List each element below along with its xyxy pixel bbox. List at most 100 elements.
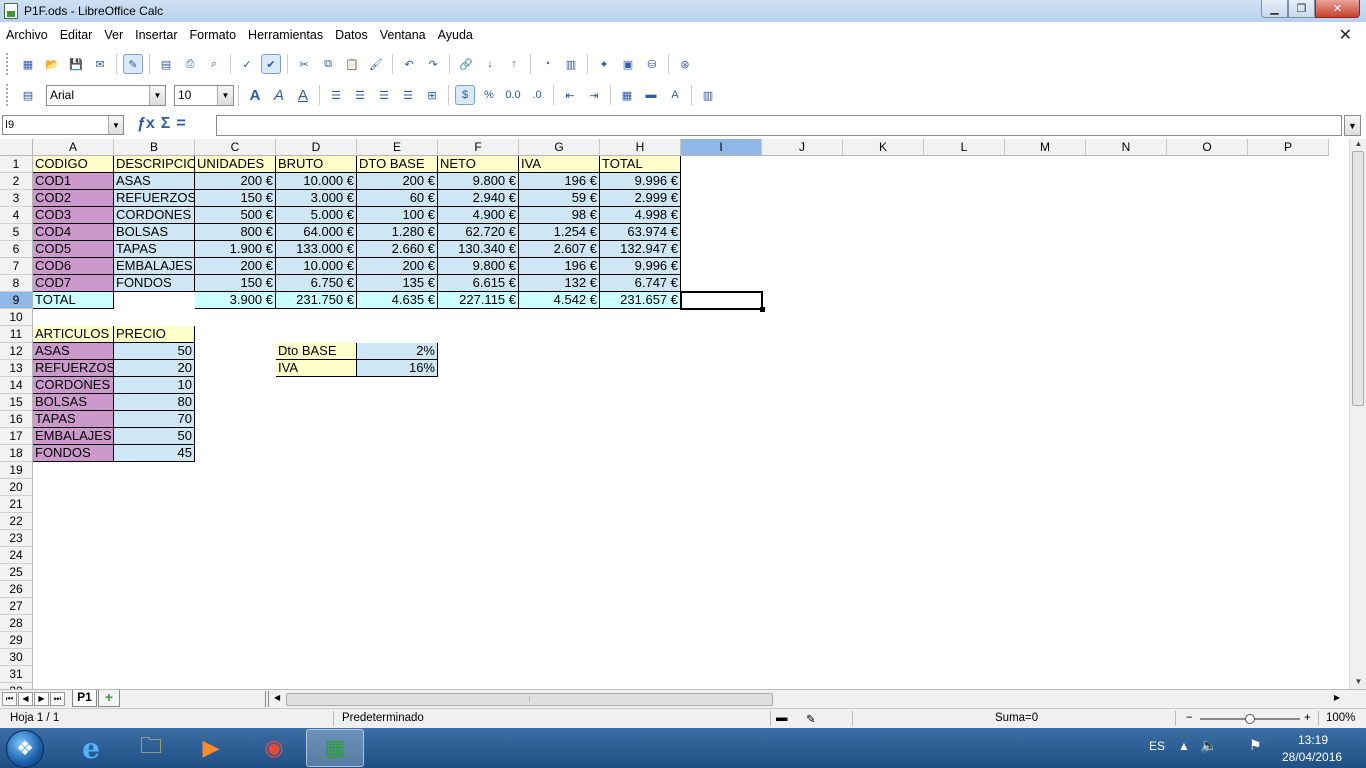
data-cell[interactable]: 800 €: [195, 224, 276, 241]
data-cell[interactable]: 130.340 €: [438, 241, 519, 258]
header-cell[interactable]: NETO: [438, 156, 519, 173]
articulos-cell[interactable]: 80: [114, 394, 195, 411]
data-cell[interactable]: COD6: [33, 258, 114, 275]
param-cell[interactable]: IVA: [276, 360, 357, 377]
chart-icon[interactable]: ◔: [537, 54, 557, 74]
data-cell[interactable]: 9.800 €: [438, 258, 519, 275]
copy-icon[interactable]: ⧉: [318, 54, 338, 74]
styles-icon[interactable]: ▤: [18, 85, 38, 105]
data-cell[interactable]: 4.900 €: [438, 207, 519, 224]
data-cell[interactable]: COD7: [33, 275, 114, 292]
data-cell[interactable]: 100 €: [357, 207, 438, 224]
data-cell[interactable]: 4.998 €: [600, 207, 681, 224]
tab-splitter[interactable]: [265, 691, 269, 707]
redo-icon[interactable]: ↷: [423, 54, 443, 74]
total-cell[interactable]: 4.542 €: [519, 292, 600, 309]
underline-icon[interactable]: A: [293, 85, 313, 105]
row-header-14[interactable]: 14: [0, 377, 33, 394]
menu-ventana[interactable]: Ventana: [374, 28, 432, 42]
data-cell[interactable]: 150 €: [195, 190, 276, 207]
navigator-icon[interactable]: ✦: [594, 54, 614, 74]
header-cell[interactable]: DESCRIPCIO: [114, 156, 195, 173]
data-cell[interactable]: 60 €: [357, 190, 438, 207]
language-indicator[interactable]: ES: [1149, 739, 1165, 753]
param-cell[interactable]: Dto BASE: [276, 343, 357, 360]
row-header-17[interactable]: 17: [0, 428, 33, 445]
row-header-19[interactable]: 19: [0, 462, 33, 479]
clone-formatting-icon[interactable]: 🖌: [366, 54, 386, 74]
articulos-cell[interactable]: 70: [114, 411, 195, 428]
data-cell[interactable]: 6.747 €: [600, 275, 681, 292]
data-cell[interactable]: 3.000 €: [276, 190, 357, 207]
row-header-9[interactable]: 9: [0, 292, 33, 309]
page-style[interactable]: Predeterminado: [342, 712, 424, 724]
data-cell[interactable]: TAPAS: [114, 241, 195, 258]
articulos-cell[interactable]: 50: [114, 428, 195, 445]
data-cell[interactable]: 63.974 €: [600, 224, 681, 241]
data-sources-icon[interactable]: ⛁: [642, 54, 662, 74]
row-header-25[interactable]: 25: [0, 564, 33, 581]
data-cell[interactable]: 1.900 €: [195, 241, 276, 258]
articulos-header-cell[interactable]: ARTICULOS: [33, 326, 114, 343]
data-cell[interactable]: 196 €: [519, 258, 600, 275]
param-cell[interactable]: 16%: [357, 360, 438, 377]
scroll-left-icon[interactable]: ◀: [274, 693, 280, 702]
data-cell[interactable]: ASAS: [114, 173, 195, 190]
data-cell[interactable]: 2.940 €: [438, 190, 519, 207]
data-cell[interactable]: COD3: [33, 207, 114, 224]
scroll-down-icon[interactable]: ▼: [1350, 677, 1366, 689]
new-document-icon[interactable]: ▦: [18, 54, 38, 74]
menu-editar[interactable]: Editar: [54, 28, 99, 42]
background-color-icon[interactable]: ▬: [641, 85, 661, 105]
help-icon[interactable]: ⊛: [675, 54, 695, 74]
row-header-4[interactable]: 4: [0, 207, 33, 224]
volume-icon[interactable]: 🔈: [1200, 737, 1217, 754]
total-cell[interactable]: 4.635 €: [357, 292, 438, 309]
email-icon[interactable]: ✉: [90, 54, 110, 74]
header-cell[interactable]: CODIGO: [33, 156, 114, 173]
data-cell[interactable]: 2.607 €: [519, 241, 600, 258]
row-header-24[interactable]: 24: [0, 547, 33, 564]
justify-icon[interactable]: ☰: [398, 85, 418, 105]
scroll-thumb[interactable]: [1352, 151, 1364, 406]
zoom-level[interactable]: 100%: [1326, 712, 1355, 724]
row-header-10[interactable]: 10: [0, 309, 33, 326]
zoom-slider[interactable]: [1200, 714, 1300, 724]
currency-format-icon[interactable]: $: [455, 85, 475, 105]
articulos-cell[interactable]: 50: [114, 343, 195, 360]
articulos-cell[interactable]: 45: [114, 445, 195, 462]
articulos-cell[interactable]: CORDONES: [33, 377, 114, 394]
data-cell[interactable]: 6.615 €: [438, 275, 519, 292]
last-sheet-icon[interactable]: ⏭: [50, 692, 65, 706]
horizontal-scrollbar[interactable]: ◀ ⦙ ▶: [272, 692, 1346, 707]
row-header-18[interactable]: 18: [0, 445, 33, 462]
column-header-g[interactable]: G: [519, 139, 600, 156]
column-header-b[interactable]: B: [114, 139, 195, 156]
save-icon[interactable]: 💾: [66, 54, 86, 74]
row-header-5[interactable]: 5: [0, 224, 33, 241]
scroll-right-icon[interactable]: ▶: [1334, 693, 1340, 702]
internet-explorer-icon[interactable]: e: [62, 729, 120, 767]
total-cell[interactable]: 227.115 €: [438, 292, 519, 309]
chevron-down-icon[interactable]: ▼: [149, 85, 165, 105]
row-header-7[interactable]: 7: [0, 258, 33, 275]
data-cell[interactable]: COD2: [33, 190, 114, 207]
increase-indent-icon[interactable]: ⇥: [584, 85, 604, 105]
align-left-icon[interactable]: ☰: [326, 85, 346, 105]
pivot-table-icon[interactable]: ▥: [561, 54, 581, 74]
data-cell[interactable]: CORDONES: [114, 207, 195, 224]
row-header-16[interactable]: 16: [0, 411, 33, 428]
param-cell[interactable]: 2%: [357, 343, 438, 360]
formula-icon[interactable]: =: [176, 115, 185, 133]
data-cell[interactable]: BOLSAS: [114, 224, 195, 241]
zoom-in-button[interactable]: +: [1304, 712, 1311, 724]
font-size-combo[interactable]: 10 ▼: [174, 84, 234, 106]
row-header-13[interactable]: 13: [0, 360, 33, 377]
data-cell[interactable]: 132.947 €: [600, 241, 681, 258]
toolbar-grip[interactable]: [6, 84, 12, 106]
row-header-6[interactable]: 6: [0, 241, 33, 258]
sheet-tab-p1[interactable]: P1: [72, 690, 97, 707]
column-header-f[interactable]: F: [438, 139, 519, 156]
add-sheet-button[interactable]: +: [98, 690, 120, 707]
font-color-icon[interactable]: A: [665, 85, 685, 105]
